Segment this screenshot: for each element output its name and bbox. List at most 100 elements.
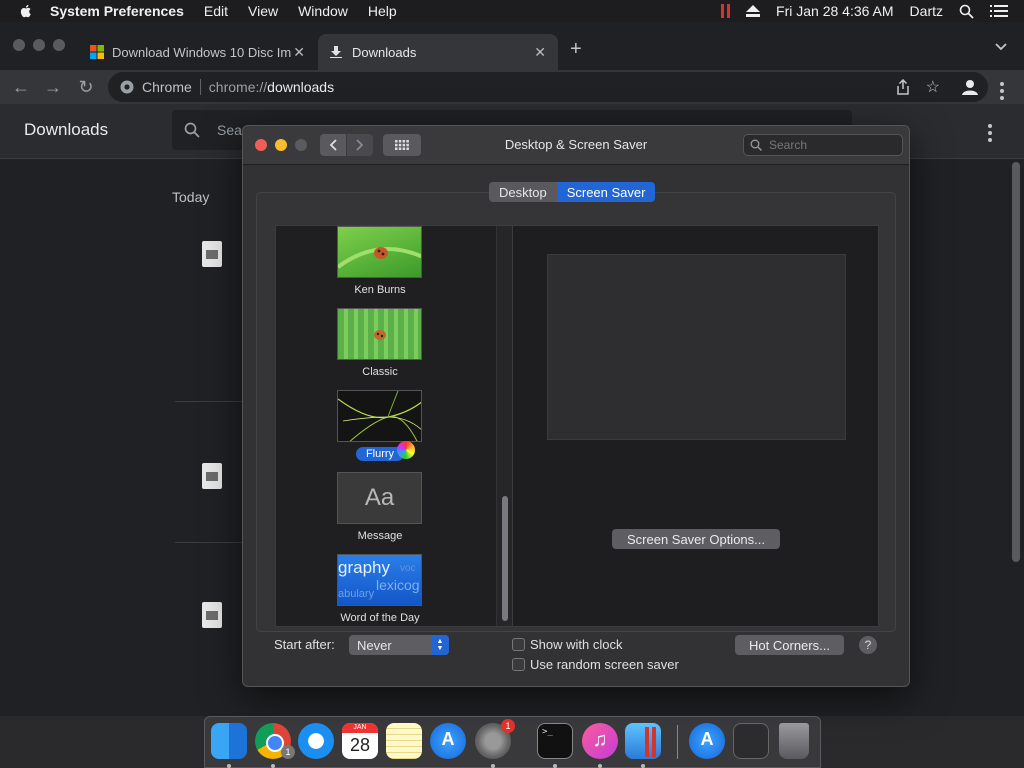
finder-icon[interactable] (211, 723, 247, 759)
spotlight-icon[interactable] (959, 4, 974, 19)
menu-edit[interactable]: Edit (204, 3, 228, 19)
word-thumb-word: lexicog (376, 577, 420, 593)
message-thumbnail: Aa (337, 472, 422, 524)
word-thumbnail: graphy lexicog abulary voc (337, 554, 422, 606)
safari-icon[interactable] (298, 723, 334, 759)
tab-downloads[interactable]: Downloads ✕ (318, 34, 558, 70)
chevron-down-icon[interactable] (995, 43, 1007, 51)
desktop-screensaver-window: Desktop & Screen Saver Desktop Screen Sa… (242, 125, 910, 687)
chevron-updown-icon: ▲ ▼ (431, 635, 449, 655)
file-icon[interactable] (202, 463, 222, 489)
calendar-day: 28 (349, 735, 371, 755)
random-saver-checkbox[interactable] (512, 658, 525, 671)
file-icon[interactable] (202, 602, 222, 628)
terminal-icon[interactable]: >_ (537, 723, 573, 759)
app-store-icon[interactable]: A (430, 723, 466, 759)
tab-title: Downloads (352, 44, 417, 60)
calendar-month: JAN (342, 723, 378, 733)
tab-desktop[interactable]: Desktop (489, 182, 557, 202)
parallels-icon[interactable] (721, 4, 731, 18)
saver-label: Message (357, 530, 403, 542)
menu-view[interactable]: View (248, 3, 278, 19)
eject-icon[interactable] (746, 5, 761, 17)
help-button[interactable]: ? (859, 636, 877, 654)
show-clock-checkbox[interactable] (512, 638, 525, 651)
show-clock-label: Show with clock (530, 637, 623, 652)
running-indicator (271, 764, 275, 768)
prefs-search-field[interactable] (743, 134, 903, 156)
address-bar[interactable]: Chrome chrome:// downloads ☆ (108, 72, 988, 102)
running-indicator (641, 764, 645, 768)
download-icon (330, 46, 342, 58)
chrome-menu-icon[interactable] (1000, 82, 1004, 103)
prefs-search-input[interactable] (767, 137, 891, 153)
flurry-streaks-icon (338, 391, 421, 441)
dock-separator (677, 725, 678, 759)
menu-user[interactable]: Dartz (910, 3, 943, 19)
back-arrow-icon[interactable]: ← (10, 76, 32, 98)
saver-label: Classic (362, 366, 398, 378)
hot-corners-button[interactable]: Hot Corners... (735, 635, 844, 655)
start-after-select[interactable]: Never ▲ ▼ (349, 635, 449, 655)
screensaver-options-button[interactable]: Screen Saver Options... (612, 529, 780, 549)
menu-bar: System Preferences Edit View Window Help… (0, 0, 1024, 22)
apple-icon[interactable] (18, 3, 34, 19)
bookmark-star-icon[interactable]: ☆ (926, 77, 940, 97)
forward-arrow-icon[interactable]: → (42, 76, 64, 98)
prefs-titlebar: Desktop & Screen Saver (243, 126, 909, 165)
reload-icon[interactable]: ↻ (75, 76, 97, 98)
screenshot-stack-icon[interactable] (733, 723, 769, 759)
running-indicator (227, 764, 231, 768)
list-scrollbar[interactable] (496, 226, 512, 626)
parallels-desktop-icon[interactable] (625, 723, 661, 759)
omnibox-url-path: downloads (267, 79, 335, 95)
page-scrollbar[interactable] (1012, 162, 1020, 562)
app-store-download-icon[interactable]: A (689, 723, 725, 759)
word-thumb-word: voc (400, 563, 416, 574)
omnibox-url-prefix: chrome:// (208, 79, 268, 95)
saver-label: Ken Burns (354, 284, 406, 296)
screensaver-list[interactable]: Ken Burns Classic Flurry Aa Message grap… (275, 225, 513, 627)
start-after-label: Start after: (274, 637, 335, 652)
menu-window[interactable]: Window (298, 3, 348, 19)
preview-pane: Screen Saver Options... (512, 225, 879, 627)
menu-clock[interactable]: Fri Jan 28 4:36 AM (776, 3, 894, 19)
notes-icon[interactable] (386, 723, 422, 759)
new-tab-icon[interactable]: + (570, 38, 582, 61)
color-wheel-icon (397, 441, 415, 459)
page-title: Downloads (24, 120, 109, 139)
chrome-minimize-button[interactable] (33, 39, 45, 51)
close-icon[interactable]: ✕ (534, 44, 546, 61)
prefs-badge: 1 (501, 719, 515, 733)
list-scrollbar-thumb[interactable] (502, 496, 508, 621)
profile-avatar-icon[interactable] (961, 78, 979, 96)
menu-help[interactable]: Help (368, 3, 397, 19)
downloads-menu-icon[interactable] (988, 124, 992, 145)
chrome-zoom-button[interactable] (53, 39, 65, 51)
screensaver-preview (547, 254, 846, 440)
tab-screen-saver[interactable]: Screen Saver (556, 182, 656, 202)
flurry-thumbnail (337, 390, 422, 442)
menu-app-name[interactable]: System Preferences (50, 3, 184, 19)
running-indicator (553, 764, 557, 768)
section-today: Today (172, 189, 210, 205)
chrome-logo-icon (120, 80, 134, 94)
omnibox-label: Chrome (142, 79, 201, 95)
music-icon[interactable]: ♫ (582, 723, 618, 759)
close-icon[interactable]: ✕ (293, 44, 305, 61)
calendar-icon[interactable]: JAN 28 (342, 723, 378, 759)
tab-title: Download Windows 10 Disc Im (112, 44, 292, 60)
tab-strip: Download Windows 10 Disc Im ✕ Downloads … (0, 22, 1024, 70)
tab-windows-download[interactable]: Download Windows 10 Disc Im ✕ (80, 34, 315, 70)
message-thumb-text: Aa (364, 484, 395, 511)
chrome-badge: 1 (281, 745, 295, 759)
chrome-close-button[interactable] (13, 39, 25, 51)
notification-center-icon[interactable] (990, 4, 1008, 18)
trash-icon[interactable] (779, 723, 809, 759)
word-thumb-word: abulary (338, 588, 375, 600)
chrome-toolbar: ← → ↻ Chrome chrome:// downloads ☆ (0, 70, 1024, 104)
file-icon[interactable] (202, 241, 222, 267)
microsoft-logo-icon (90, 45, 104, 59)
ladybug-icon (374, 330, 386, 340)
share-icon[interactable] (896, 79, 910, 95)
